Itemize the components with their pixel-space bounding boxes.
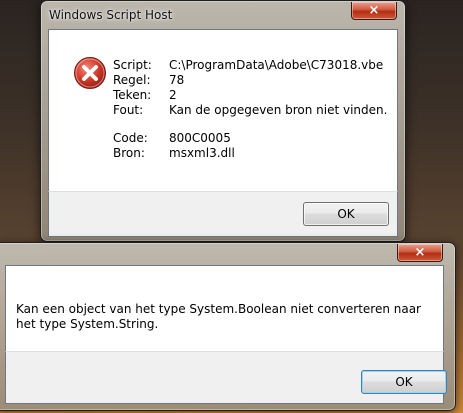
detail-value: Kan de opgegeven bron niet vinden. [169, 103, 388, 117]
error-message: Kan een object van het type System.Boole… [16, 302, 421, 331]
detail-row-teken: Teken: 2 [113, 88, 387, 103]
close-icon: × [368, 3, 380, 18]
ok-button[interactable]: OK [303, 202, 389, 226]
dialog-content: Kan een object van het type System.Boole… [5, 265, 444, 352]
script-host-dialog: Windows Script Host × Script: C:\ProgramD… [40, 0, 406, 242]
detail-label: Bron: [113, 146, 145, 160]
detail-row-regel: Regel: 78 [113, 73, 387, 88]
detail-label: Script: [113, 58, 152, 72]
detail-value: 2 [169, 88, 177, 102]
detail-value: msxml3.dll [169, 146, 235, 160]
window-title: Windows Script Host [49, 8, 173, 22]
button-bar: OK [5, 351, 447, 404]
detail-label: Regel: [113, 73, 151, 87]
error-details: Script: C:\ProgramData\Adobe\C73018.vbe R… [113, 58, 387, 161]
detail-label: Fout: [113, 103, 144, 117]
conversion-error-dialog: × Kan een object van het type System.Boo… [0, 242, 456, 411]
detail-label: Teken: [113, 88, 152, 102]
detail-label: Code: [113, 131, 148, 145]
detail-row-code: Code: 800C0005 [113, 131, 387, 146]
error-icon [74, 57, 106, 89]
detail-value: C:\ProgramData\Adobe\C73018.vbe [169, 58, 384, 72]
detail-row-fout: Fout: Kan de opgegeven bron niet vinden. [113, 103, 387, 118]
detail-value: 78 [169, 73, 185, 87]
close-icon: × [414, 245, 426, 260]
ok-button[interactable]: OK [361, 370, 447, 394]
detail-value: 800C0005 [169, 131, 231, 145]
detail-row-bron: Bron: msxml3.dll [113, 146, 387, 161]
button-bar: OK [48, 191, 398, 237]
detail-row-script: Script: C:\ProgramData\Adobe\C73018.vbe [113, 58, 387, 73]
dialog-content: Script: C:\ProgramData\Adobe\C73018.vbe R… [48, 29, 398, 192]
close-button[interactable]: × [397, 244, 443, 262]
title-bar[interactable]: Windows Script Host × [41, 1, 405, 29]
close-button[interactable]: × [351, 2, 397, 20]
